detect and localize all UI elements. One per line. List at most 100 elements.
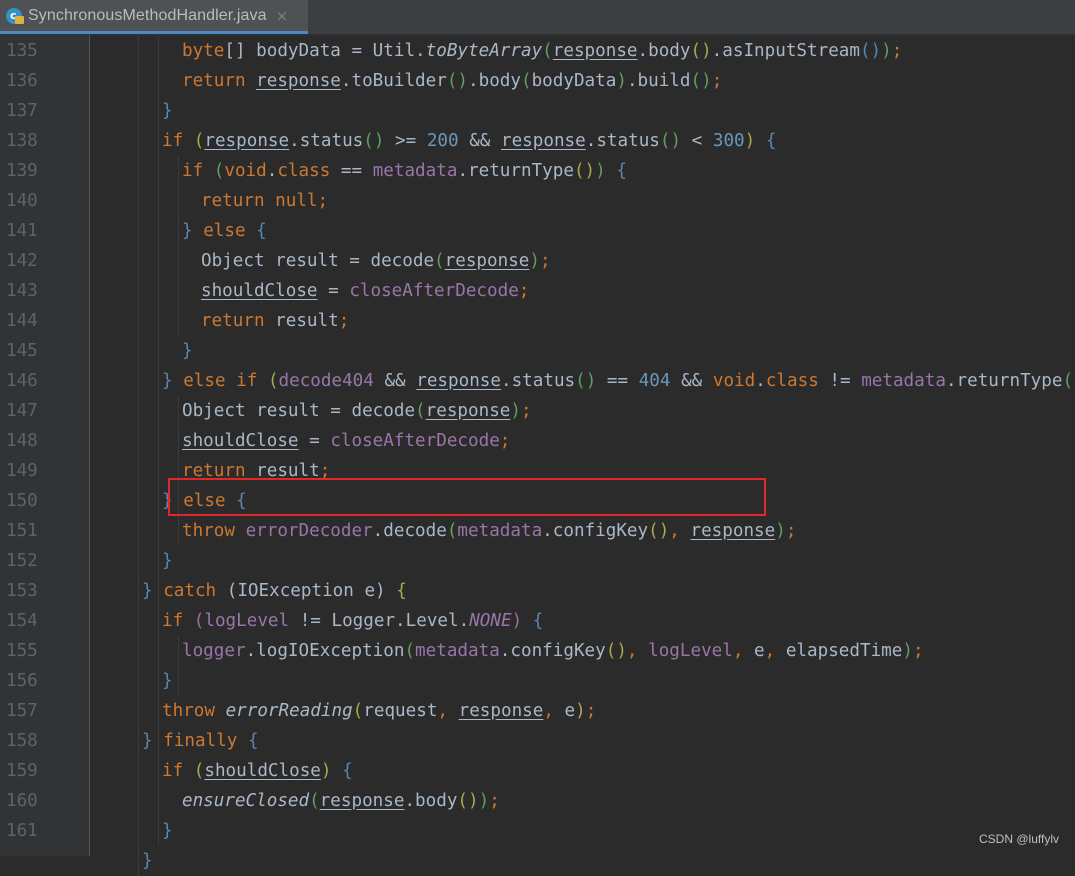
code-line[interactable]: 147 Object result = decode(response); bbox=[0, 396, 1075, 426]
code-token: . bbox=[755, 371, 766, 391]
code-line[interactable]: 145} bbox=[0, 336, 1075, 366]
code-line[interactable]: 141} else { bbox=[0, 216, 1075, 246]
code-token: () bbox=[859, 41, 882, 61]
code-token: () bbox=[457, 791, 479, 811]
code-line[interactable]: 157 throw errorReading(request, response,… bbox=[0, 696, 1075, 726]
code-token: } bbox=[142, 731, 164, 751]
code-token: response bbox=[319, 791, 405, 811]
code-token: 300 bbox=[712, 131, 745, 151]
code-token: .status bbox=[289, 131, 364, 151]
code-token: } bbox=[162, 371, 184, 391]
code-token: toByteArray bbox=[425, 41, 543, 61]
code-token: { bbox=[396, 581, 407, 601]
close-icon[interactable]: × bbox=[276, 7, 289, 25]
code-line[interactable]: 148 shouldClose = closeAfterDecode; bbox=[0, 426, 1075, 456]
code-token: < bbox=[681, 131, 713, 151]
line-number: 142 bbox=[6, 251, 38, 271]
code-token: else if bbox=[183, 371, 268, 391]
editor-tab[interactable]: c SynchronousMethodHandler.java × bbox=[0, 0, 308, 34]
code-token: ( bbox=[542, 41, 553, 61]
code-line[interactable]: 151 throw errorDecoder.decode(metadata.co… bbox=[0, 516, 1075, 546]
code-token: metadata bbox=[415, 641, 500, 661]
line-number: 147 bbox=[6, 401, 38, 421]
code-token: .build bbox=[626, 71, 691, 91]
code-text: return response.toBuilder().body(bodyDat… bbox=[182, 66, 722, 96]
code-token: ; bbox=[499, 431, 511, 451]
code-token: throw bbox=[182, 521, 246, 541]
code-token: ) bbox=[478, 791, 490, 811]
line-number: 146 bbox=[6, 371, 38, 391]
line-number: 136 bbox=[6, 71, 38, 91]
code-line[interactable]: 154 if (logLevel != Logger.Level.NONE) { bbox=[0, 606, 1075, 636]
code-token: .body bbox=[468, 71, 521, 91]
code-token: result bbox=[275, 311, 339, 331]
code-token: } bbox=[162, 821, 173, 841]
line-number: 155 bbox=[6, 641, 38, 661]
code-token: 200 bbox=[426, 131, 459, 151]
code-token: errorDecoder bbox=[245, 521, 373, 541]
code-line[interactable]: 139 if (void.class == metadata.returnType… bbox=[0, 156, 1075, 186]
code-token: ( bbox=[213, 161, 225, 181]
code-token: ) bbox=[529, 251, 540, 271]
code-token: } bbox=[162, 671, 173, 691]
code-token: e bbox=[754, 641, 765, 661]
code-token: errorReading bbox=[225, 701, 353, 721]
code-line[interactable]: 152} bbox=[0, 546, 1075, 576]
line-number: 159 bbox=[6, 761, 38, 781]
code-line[interactable]: 159 if (shouldClose) { bbox=[0, 756, 1075, 786]
code-token: else bbox=[203, 221, 257, 241]
code-token: bodyData bbox=[531, 71, 617, 91]
line-number: 137 bbox=[6, 101, 38, 121]
code-line[interactable]: 153} catch (IOException e) { bbox=[0, 576, 1075, 606]
code-line[interactable]: 146} else if (decode404 && response.stat… bbox=[0, 366, 1075, 396]
code-line[interactable]: 156} bbox=[0, 666, 1075, 696]
code-token: class bbox=[765, 371, 819, 391]
line-number: 154 bbox=[6, 611, 38, 631]
code-text: } bbox=[162, 666, 173, 696]
code-token: if bbox=[182, 161, 214, 181]
code-text: ensureClosed(response.body()); bbox=[182, 786, 500, 816]
code-token: () bbox=[575, 371, 597, 391]
code-line[interactable]: 137} bbox=[0, 96, 1075, 126]
code-token: () bbox=[363, 131, 385, 151]
indent-guide bbox=[178, 396, 179, 546]
line-number: 135 bbox=[6, 41, 38, 61]
code-line[interactable]: 135 byte[] bodyData = Util.toByteArray(re… bbox=[0, 36, 1075, 66]
code-token: shouldClose bbox=[182, 431, 299, 451]
code-line[interactable]: 161} bbox=[0, 816, 1075, 846]
code-token: ) bbox=[775, 521, 786, 541]
code-line[interactable]: 144 return result; bbox=[0, 306, 1075, 336]
code-text: } bbox=[162, 96, 173, 126]
code-token: ( bbox=[193, 761, 205, 781]
code-line[interactable]: 155 logger.logIOException(metadata.config… bbox=[0, 636, 1075, 666]
code-line[interactable]: 143 shouldClose = closeAfterDecode; bbox=[0, 276, 1075, 306]
code-token: if bbox=[162, 761, 194, 781]
line-number: 138 bbox=[6, 131, 38, 151]
code-editor[interactable]: 135 byte[] bodyData = Util.toByteArray(re… bbox=[0, 35, 1075, 876]
code-token: .logIOException bbox=[245, 641, 405, 661]
code-token: finally bbox=[163, 731, 248, 751]
line-number: 158 bbox=[6, 731, 38, 751]
code-token: () bbox=[1062, 371, 1075, 391]
code-token: .body bbox=[404, 791, 458, 811]
code-token: [] bodyData = Util. bbox=[224, 41, 426, 61]
line-number: 148 bbox=[6, 431, 38, 451]
line-number: 143 bbox=[6, 281, 38, 301]
code-line[interactable]: 140 return null; bbox=[0, 186, 1075, 216]
code-token: .returnType bbox=[457, 161, 574, 181]
code-line[interactable]: 158} finally { bbox=[0, 726, 1075, 756]
code-text: shouldClose = closeAfterDecode; bbox=[201, 276, 529, 306]
code-line[interactable]: 160 ensureClosed(response.body()); bbox=[0, 786, 1075, 816]
code-line[interactable]: } bbox=[0, 846, 1075, 876]
code-line[interactable]: 142 Object result = decode(response); bbox=[0, 246, 1075, 276]
code-token: ( bbox=[415, 401, 426, 421]
code-token: response bbox=[416, 371, 501, 391]
code-token: ensureClosed bbox=[182, 791, 310, 811]
watermark: CSDN @luffylv bbox=[979, 832, 1059, 846]
line-number: 144 bbox=[6, 311, 38, 331]
line-number: 145 bbox=[6, 341, 38, 361]
code-token: .toBuilder bbox=[340, 71, 447, 91]
code-line[interactable]: 136 return response.toBuilder().body(body… bbox=[0, 66, 1075, 96]
code-line[interactable]: 138 if (response.status() >= 200 && respo… bbox=[0, 126, 1075, 156]
code-text: Object result = decode(response); bbox=[201, 246, 551, 276]
